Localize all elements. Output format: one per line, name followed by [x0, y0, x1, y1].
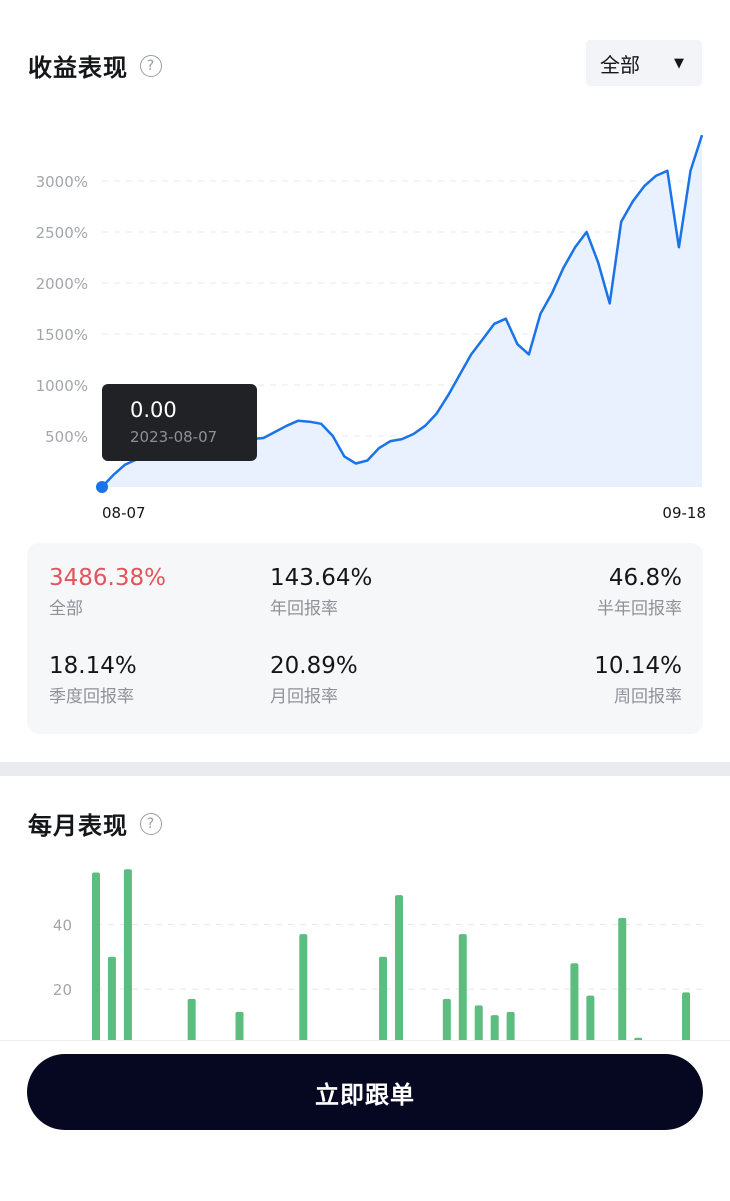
stat-annual-value: 143.64% [270, 565, 373, 591]
monthly-title-text: 每月表现 [28, 812, 128, 840]
stat-month-value: 20.89% [270, 653, 358, 679]
performance-title: 收益表现 ? [28, 48, 162, 83]
bar [92, 872, 100, 1056]
x-tick-label: 09-18 [662, 504, 706, 522]
y-tick-label: 1500% [36, 326, 88, 344]
stat-total-value: 3486.38% [49, 565, 166, 591]
stat-annual-label: 年回报率 [270, 599, 338, 619]
bar [299, 934, 308, 1056]
stats-panel: 3486.38% 全部 143.64% 年回报率 46.8% 半年回报率 18.… [27, 543, 703, 734]
tooltip-date: 2023-08-07 [130, 428, 218, 446]
stat-week-value: 10.14% [594, 653, 682, 679]
monthly-title: 每月表现 ? [28, 806, 162, 841]
tooltip-value: 0.00 [130, 398, 177, 422]
x-tick-label: 08-07 [102, 504, 146, 522]
stat-week-label: 周回报率 [614, 687, 682, 707]
stat-quarter-value: 18.14% [49, 653, 137, 679]
bar [395, 895, 403, 1056]
stat-annual: 143.64% 年回报率 [270, 565, 372, 619]
caret-down-icon: ▼ [674, 55, 684, 71]
range-dropdown[interactable]: 全部 ▼ [586, 40, 702, 86]
stat-total-label: 全部 [49, 599, 83, 619]
performance-card: 收益表现 ? 全部 ▼ 500% 1000% 1500% 2000% 2500% 3000… [0, 0, 730, 762]
y-tick-label: 500% [45, 428, 88, 446]
question-circle-icon[interactable]: ? [140, 54, 162, 77]
y-tick-label: 3000% [36, 173, 88, 191]
bar [618, 917, 627, 1056]
start-point [96, 481, 108, 493]
stat-quarter: 18.14% 季度回报率 [49, 653, 137, 707]
follow-order-button[interactable]: 立即跟单 [27, 1054, 703, 1130]
stat-half-year: 46.8% 半年回报率 [597, 565, 682, 619]
stat-month-label: 月回报率 [270, 687, 338, 707]
y-tick-label: 2500% [36, 224, 88, 242]
stat-half-year-value: 46.8% [608, 565, 682, 591]
bottom-action-bar: 立即跟单 [0, 1040, 730, 1201]
question-circle-icon[interactable]: ? [140, 812, 162, 835]
y-tick-label: 1000% [36, 377, 88, 395]
performance-title-text: 收益表现 [28, 54, 128, 82]
bar [123, 869, 132, 1056]
stat-total: 3486.38% 全部 [49, 565, 166, 619]
stat-quarter-label: 季度回报率 [49, 687, 134, 707]
y-tick-label: 2000% [36, 275, 88, 293]
stat-month: 20.89% 月回报率 [270, 653, 358, 707]
performance-chart[interactable]: 500% 1000% 1500% 2000% 2500% 3000% 08-07 09-18 [0, 100, 730, 530]
chart-tooltip: 0.00 2023-08-07 [102, 384, 257, 461]
y-tick-label: 40 [53, 916, 72, 934]
bar [458, 934, 467, 1056]
stat-half-year-label: 半年回报率 [597, 599, 682, 619]
y-tick-label: 20 [53, 981, 72, 999]
range-selected-value: 全部 [600, 52, 640, 77]
stat-week: 10.14% 周回报率 [594, 653, 682, 707]
monthly-bar-chart[interactable]: 2040 [0, 856, 730, 1056]
